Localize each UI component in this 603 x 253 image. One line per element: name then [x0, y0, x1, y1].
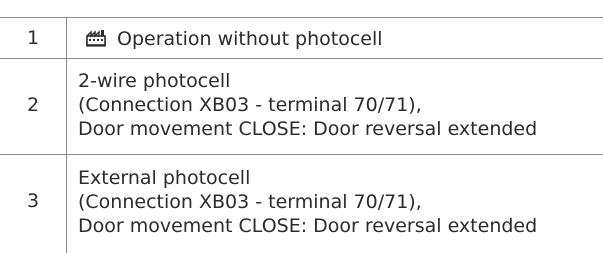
column-divider: [66, 58, 67, 154]
row-text-line: (Connection XB03 - terminal 70/71),: [78, 94, 422, 116]
row-text-line: 2-wire photocell: [78, 70, 231, 92]
row-number: 1: [26, 27, 40, 49]
row-description: 2-wire photocell (Connection XB03 - term…: [78, 69, 603, 141]
table-row: 3 External photocell (Connection XB03 - …: [0, 154, 603, 253]
row-description: Operation without photocell: [78, 27, 603, 53]
row-text-line: Door movement CLOSE: Door reversal exten…: [78, 215, 538, 237]
row-text-line: (Connection XB03 - terminal 70/71),: [78, 191, 422, 213]
table-row: 2 2-wire photocell (Connection XB03 - te…: [0, 58, 603, 154]
row-text-line: Door movement CLOSE: Door reversal exten…: [78, 118, 538, 140]
table-row: 1 Operation without photocell: [0, 17, 603, 58]
row-text-line: Operation without photocell: [117, 28, 383, 50]
row-description: External photocell (Connection XB03 - te…: [78, 166, 603, 238]
row-text-line: External photocell: [78, 167, 251, 189]
row-number: 2: [26, 94, 40, 116]
column-divider: [66, 154, 67, 253]
row-number: 3: [26, 190, 40, 212]
options-table: 1 Operation without photocell 2 2-wire p…: [0, 0, 603, 253]
column-divider: [66, 17, 67, 58]
factory-setting-icon: [85, 29, 107, 53]
